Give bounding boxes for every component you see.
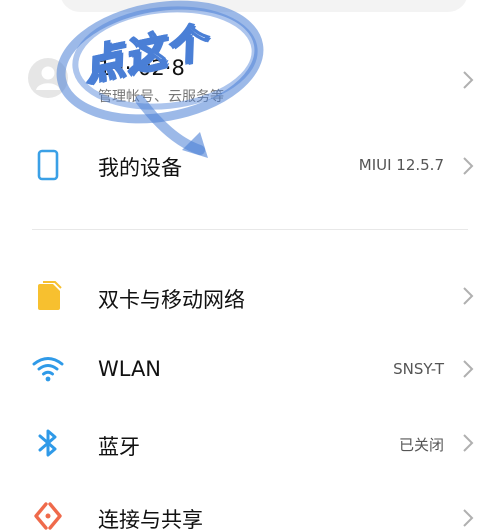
chevron-right-icon [463,287,474,305]
connection-share-label: 连接与共享 [98,508,203,532]
connection-share-row[interactable]: 连接与共享 [0,492,500,532]
bluetooth-icon [38,429,57,457]
chevron-right-icon [463,71,474,89]
divider [32,229,468,230]
sim-card-icon [38,281,62,310]
bluetooth-label: 蓝牙 [98,435,140,459]
connection-share-icon [34,502,62,530]
account-subtitle: 管理帐号、云服务等 [98,89,224,105]
avatar [28,58,68,98]
account-row[interactable] [0,50,500,110]
sim-network-label: 双卡与移动网络 [98,288,245,312]
chevron-right-icon [463,509,474,527]
wifi-icon [32,357,64,382]
my-device-row[interactable]: 我的设备 MIUI 12.5.7 [0,140,500,190]
chevron-right-icon [463,157,474,175]
wlan-label: WLAN [98,357,162,381]
search-bar[interactable] [60,0,468,12]
chevron-right-icon [463,360,474,378]
bluetooth-row[interactable]: 蓝牙 已关闭 [0,419,500,469]
my-device-value: MIUI 12.5.7 [358,156,444,174]
bluetooth-value: 已关闭 [398,436,444,454]
chevron-right-icon [463,434,474,452]
my-device-label: 我的设备 [98,156,182,180]
wlan-value: SNSY-T [393,360,444,378]
wlan-row[interactable]: WLAN SNSY-T [0,345,500,395]
settings-screen: 1····02·8 管理帐号、云服务等 我的设备 MIUI 12.5.7 双卡与… [0,0,500,532]
phone-icon [37,149,59,181]
sim-network-row[interactable]: 双卡与移动网络 [0,272,500,322]
